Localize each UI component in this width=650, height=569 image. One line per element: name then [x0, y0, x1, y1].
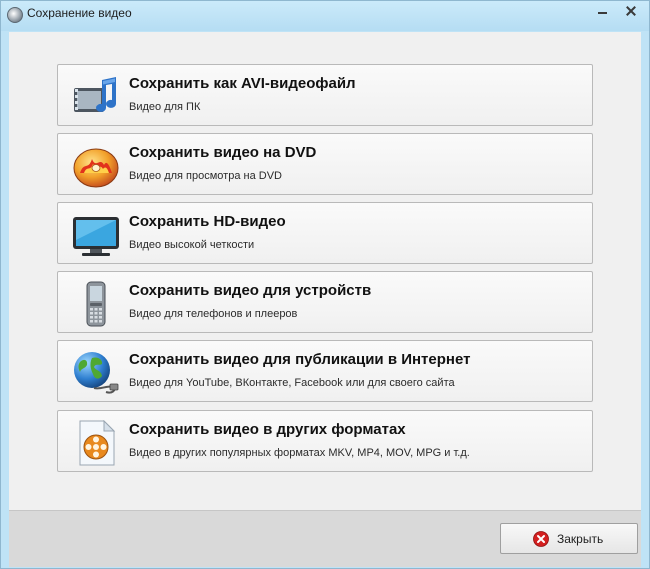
window-close-button[interactable] [615, 1, 647, 21]
save-dvd-option[interactable]: Сохранить видео на DVD Видео для просмот… [57, 133, 593, 195]
globe-icon [72, 350, 120, 396]
option-label: Сохранить видео на DVD [129, 144, 317, 161]
mobile-phone-icon [72, 281, 120, 327]
close-icon [533, 531, 549, 547]
window-title: Сохранение видео [27, 6, 132, 20]
option-description: Видео высокой четкости [129, 239, 255, 251]
save-hd-option[interactable]: Сохранить HD-видео Видео высокой четкост… [57, 202, 593, 264]
option-label: Сохранить видео в других форматах [129, 421, 406, 438]
option-description: Видео для просмотра на DVD [129, 170, 282, 182]
dvd-disc-icon [72, 143, 120, 189]
app-icon [7, 7, 23, 23]
option-label: Сохранить как AVI-видеофайл [129, 75, 356, 92]
option-description: Видео для YouTube, ВКонтакте, Facebook и… [129, 377, 455, 389]
save-avi-option[interactable]: Сохранить как AVI-видеофайл Видео для ПК [57, 64, 593, 126]
option-label: Сохранить видео для устройств [129, 282, 372, 299]
option-label: Сохранить видео для публикации в Интерне… [129, 351, 471, 368]
close-button[interactable]: Закрыть [500, 523, 638, 554]
minimize-button[interactable] [589, 1, 615, 21]
option-label: Сохранить HD-видео [129, 213, 286, 230]
film-music-icon [72, 74, 120, 120]
option-description: Видео для телефонов и плееров [129, 308, 298, 320]
save-other-formats-option[interactable]: Сохранить видео в других форматах Видео … [57, 410, 593, 472]
film-reel-document-icon [72, 419, 120, 466]
save-devices-option[interactable]: Сохранить видео для устройств Видео для … [57, 271, 593, 333]
close-button-label: Закрыть [557, 532, 604, 546]
option-description: Видео для ПК [129, 101, 201, 113]
save-internet-option[interactable]: Сохранить видео для публикации в Интерне… [57, 340, 593, 402]
monitor-icon [72, 212, 120, 258]
title-bar[interactable]: Сохранение видео [1, 1, 649, 31]
option-description: Видео в других популярных форматах MKV, … [129, 447, 470, 459]
